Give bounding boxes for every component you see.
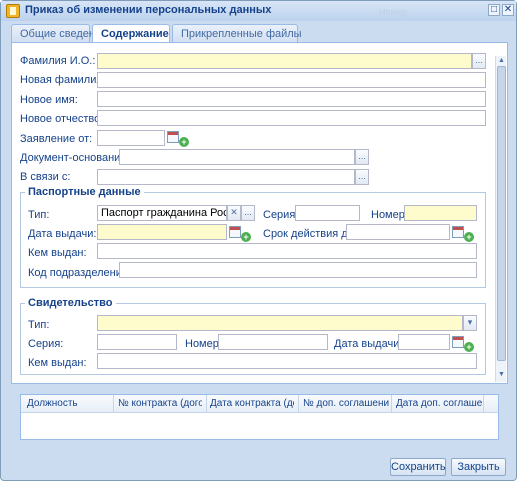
tab-attached-files[interactable]: Прикрепленные файлы — [172, 24, 302, 42]
passport-issued-by-field[interactable] — [97, 243, 477, 259]
certificate-series-field[interactable] — [97, 334, 177, 350]
add-icon[interactable]: + — [464, 232, 474, 242]
save-button[interactable]: Сохранить — [390, 458, 446, 476]
certificate-number-field[interactable] — [218, 334, 328, 350]
column-divider[interactable] — [483, 395, 484, 413]
tab-general[interactable]: Общие сведения — [11, 24, 107, 42]
tab-content[interactable]: Содержание — [92, 24, 170, 43]
column-divider[interactable] — [391, 395, 392, 413]
passport-issue-date-label: Дата выдачи: — [28, 228, 97, 240]
calendar-icon[interactable] — [452, 226, 464, 238]
column-divider[interactable] — [113, 395, 114, 413]
new-lastname-field[interactable] — [97, 72, 486, 88]
passport-type-clear-button[interactable]: ✕ — [227, 205, 241, 221]
certificate-type-label: Тип: — [28, 319, 50, 331]
new-firstname-label: Новое имя: — [20, 94, 78, 106]
window-title: Приказ об изменении персональных данных — [25, 4, 272, 16]
certificate-number-label: Номер: — [185, 338, 222, 350]
reason-picker-button[interactable]: ... — [355, 169, 369, 185]
passport-type-label: Тип: — [28, 209, 50, 221]
certificate-issued-by-field[interactable] — [97, 353, 477, 369]
passport-division-code-label: Код подразделения: — [28, 267, 131, 279]
column-header[interactable]: Должность — [27, 398, 109, 409]
contracts-grid[interactable]: Должность № контракта (договора) Дата ко… — [20, 394, 499, 440]
new-patronymic-label: Новое отчество: — [20, 113, 104, 125]
passport-type-picker-button[interactable]: ... — [241, 205, 255, 221]
passport-fieldset-title: Паспортные данные — [25, 186, 144, 198]
calendar-icon[interactable] — [167, 131, 179, 143]
title-ghost-text: Номер — [379, 7, 407, 17]
fio-label: Фамилия И.О.: — [20, 55, 96, 67]
certificate-issue-date-field[interactable] — [398, 334, 450, 350]
add-icon[interactable]: + — [464, 342, 474, 352]
new-patronymic-field[interactable] — [97, 110, 486, 126]
form-scrollbar[interactable]: ▲ ▼ — [495, 56, 506, 382]
certificate-series-label: Серия: — [28, 338, 64, 350]
passport-division-code-field[interactable] — [119, 262, 477, 278]
scroll-down-icon[interactable]: ▼ — [498, 371, 505, 379]
calendar-icon[interactable] — [452, 336, 464, 348]
add-icon[interactable]: + — [241, 232, 251, 242]
dialog-window: Приказ об изменении персональных данных … — [0, 0, 517, 481]
column-divider[interactable] — [298, 395, 299, 413]
statement-date-field[interactable] — [97, 130, 165, 146]
scroll-thumb[interactable] — [497, 66, 506, 361]
fio-picker-button[interactable]: ... — [472, 53, 486, 69]
passport-issue-date-field[interactable] — [97, 224, 227, 240]
reason-field[interactable] — [97, 169, 355, 185]
scroll-up-icon[interactable]: ▲ — [498, 57, 505, 65]
add-icon[interactable]: + — [179, 137, 189, 147]
passport-type-field[interactable]: Паспорт гражданина Российской Федерации — [97, 205, 227, 221]
certificate-issue-date-label: Дата выдачи: — [334, 338, 403, 350]
title-bar[interactable]: Приказ об изменении персональных данных … — [1, 1, 516, 21]
basis-document-label: Документ-основание: — [20, 152, 130, 164]
passport-valid-until-field[interactable] — [346, 224, 450, 240]
passport-number-field[interactable] — [404, 205, 477, 221]
new-lastname-label: Новая фамилия: — [20, 74, 106, 86]
document-icon — [6, 4, 20, 18]
chevron-down-icon[interactable]: ▾ — [463, 315, 477, 331]
close-button[interactable]: Закрыть — [451, 458, 506, 476]
close-window-button[interactable]: ✕ — [502, 4, 514, 16]
certificate-issued-by-label: Кем выдан: — [28, 357, 87, 369]
maximize-button[interactable]: □ — [488, 4, 500, 16]
passport-number-label: Номер: — [371, 209, 408, 221]
fio-field[interactable] — [97, 53, 472, 69]
certificate-fieldset-title: Свидетельство — [25, 297, 116, 309]
calendar-icon[interactable] — [229, 226, 241, 238]
new-firstname-field[interactable] — [97, 91, 486, 107]
reason-label: В связи с: — [20, 171, 71, 183]
column-header[interactable]: № доп. соглашения — [303, 398, 389, 409]
passport-valid-until-label: Срок действия до: — [263, 228, 357, 240]
column-header[interactable]: Дата доп. соглашения — [396, 398, 482, 409]
basis-document-field[interactable] — [119, 149, 355, 165]
column-divider[interactable] — [206, 395, 207, 413]
statement-date-label: Заявление от: — [20, 133, 93, 145]
passport-series-field[interactable] — [295, 205, 360, 221]
grid-header: Должность № контракта (договора) Дата ко… — [21, 395, 498, 413]
column-header[interactable]: Дата контракта (договора) — [210, 398, 294, 409]
column-header[interactable]: № контракта (договора) — [118, 398, 202, 409]
certificate-type-select[interactable] — [97, 315, 463, 331]
basis-document-picker-button[interactable]: ... — [355, 149, 369, 165]
passport-issued-by-label: Кем выдан: — [28, 247, 87, 259]
passport-series-label: Серия: — [263, 209, 299, 221]
